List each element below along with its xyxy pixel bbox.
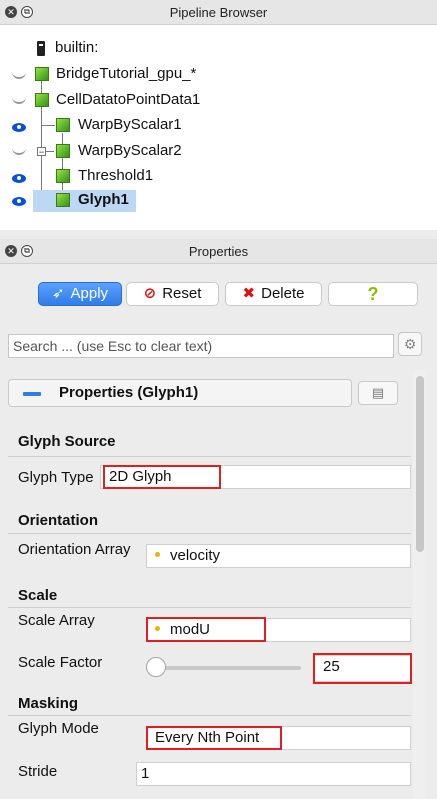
section-orientation: Orientation bbox=[18, 512, 99, 529]
apply-label: Apply bbox=[70, 285, 109, 302]
search-input[interactable]: Search ... (use Esc to clear text) bbox=[8, 334, 394, 358]
scale-array-label: Scale Array bbox=[18, 612, 95, 629]
highlight-box bbox=[146, 617, 266, 642]
delete-label: Delete bbox=[261, 285, 305, 302]
stride-label: Stride bbox=[18, 763, 58, 780]
reset-button[interactable]: ⊘ Reset bbox=[126, 282, 219, 306]
eye-icon[interactable] bbox=[12, 197, 26, 206]
highlight-box bbox=[313, 653, 412, 684]
tree-item-label: Glyph1 bbox=[78, 191, 129, 208]
apply-button[interactable]: ➶ Apply bbox=[38, 282, 122, 306]
section-scale: Scale bbox=[18, 587, 58, 604]
copy-icon[interactable]: ▤ bbox=[358, 381, 398, 405]
eye-icon[interactable] bbox=[12, 123, 26, 132]
orientation-array-value: velocity bbox=[170, 547, 221, 564]
section-divider bbox=[8, 715, 411, 716]
section-masking: Masking bbox=[18, 695, 79, 712]
section-divider bbox=[8, 533, 411, 534]
tree-item-label: WarpByScalar1 bbox=[78, 116, 182, 133]
properties-titlebar: ✕ ⧉ Properties bbox=[0, 239, 437, 264]
help-icon: ? bbox=[367, 284, 379, 304]
delete-button[interactable]: ✖ Delete bbox=[225, 282, 322, 306]
cube-icon bbox=[35, 67, 49, 81]
pipeline-browser-titlebar: ✕ ⧉ Pipeline Browser bbox=[0, 0, 437, 25]
eye-hidden-icon[interactable] bbox=[12, 72, 26, 79]
orientation-array-label: Orientation Array bbox=[18, 541, 131, 558]
delete-icon: ✖ bbox=[242, 285, 256, 302]
section-divider bbox=[8, 456, 411, 457]
properties-title: Properties bbox=[188, 244, 249, 259]
glyph-mode-label: Glyph Mode bbox=[18, 720, 99, 737]
glyph-type-label: Glyph Type bbox=[18, 469, 94, 486]
scale-factor-label: Scale Factor bbox=[18, 654, 103, 671]
collapse-icon[interactable]: − bbox=[37, 147, 46, 157]
cube-icon bbox=[56, 118, 70, 132]
orientation-array-select[interactable]: velocity bbox=[146, 544, 411, 568]
cube-icon bbox=[56, 193, 70, 207]
scale-factor-slider-thumb[interactable] bbox=[146, 657, 166, 677]
cube-icon bbox=[56, 144, 70, 158]
pipeline-tree[interactable]: builtin: BridgeTutorial_gpu_* CellDatato… bbox=[0, 25, 437, 230]
section-glyph-source: Glyph Source bbox=[18, 433, 116, 450]
reset-label: Reset bbox=[162, 285, 202, 302]
tree-line bbox=[41, 125, 55, 126]
stride-value: 1 bbox=[141, 765, 150, 782]
scale-factor-slider-track[interactable] bbox=[146, 666, 301, 670]
reset-icon: ⊘ bbox=[143, 285, 157, 302]
minus-icon bbox=[23, 392, 41, 396]
highlight-box bbox=[103, 465, 221, 489]
properties-group-header[interactable]: Properties (Glyph1) bbox=[8, 379, 352, 407]
apply-icon: ➶ bbox=[51, 285, 65, 302]
pipeline-browser-title: Pipeline Browser bbox=[169, 5, 268, 20]
array-dot-icon bbox=[155, 551, 160, 557]
properties-group-title: Properties (Glyph1) bbox=[59, 384, 199, 401]
search-placeholder: Search ... (use Esc to clear text) bbox=[13, 338, 213, 354]
highlight-box bbox=[146, 726, 282, 750]
section-divider bbox=[8, 607, 411, 608]
cube-icon bbox=[35, 93, 49, 107]
server-icon bbox=[37, 41, 45, 56]
tree-item-label: Threshold1 bbox=[78, 167, 154, 184]
eye-hidden-icon[interactable] bbox=[12, 97, 26, 104]
tree-item-label: BridgeTutorial_gpu_* bbox=[56, 65, 197, 82]
eye-icon[interactable] bbox=[12, 174, 26, 183]
tree-item-label: CellDatatoPointData1 bbox=[56, 91, 201, 108]
tree-item-label: WarpByScalar2 bbox=[78, 142, 182, 159]
cube-icon bbox=[56, 169, 70, 183]
scrollbar-thumb[interactable] bbox=[416, 376, 424, 552]
eye-hidden-icon[interactable] bbox=[12, 148, 26, 155]
help-button[interactable]: ? bbox=[328, 282, 418, 306]
stride-input[interactable]: 1 bbox=[136, 762, 411, 786]
tree-item-label: builtin: bbox=[55, 39, 99, 56]
gear-icon[interactable]: ⚙ bbox=[398, 332, 422, 356]
